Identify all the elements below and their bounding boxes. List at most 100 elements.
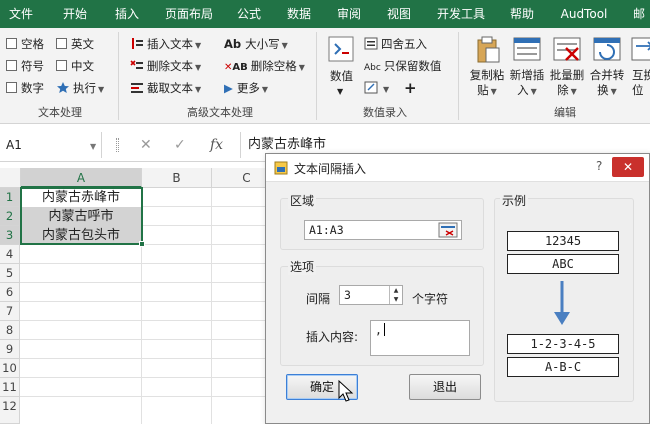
insert-content-value: , [375, 323, 382, 337]
swap-label-2: 位 [632, 83, 644, 97]
close-icon[interactable]: ✕ [612, 157, 644, 177]
confirm-icon[interactable]: ✓ [174, 132, 186, 158]
fx-icon[interactable]: fx [210, 132, 223, 158]
tab-home[interactable]: 开始 [52, 0, 98, 28]
checkbox-chinese[interactable]: 中文 [56, 58, 94, 74]
checkbox-box[interactable] [6, 38, 17, 49]
merge-convert-button[interactable]: 合并转换 ▼ [586, 68, 628, 99]
more-button[interactable]: ▶ 更多 ▼ [224, 80, 268, 98]
insert-text-button[interactable]: 插入文本 ▼ [130, 36, 201, 54]
row-header[interactable]: 4 [0, 245, 20, 264]
row-header[interactable]: 10 [0, 359, 20, 378]
exit-button[interactable]: 退出 [409, 374, 481, 400]
example-before-letters: ABC [507, 254, 619, 274]
grid-line [20, 263, 280, 264]
more-icon: ▶ [224, 81, 233, 95]
tab-view[interactable]: 视图 [380, 0, 418, 28]
swap-button[interactable]: 互换位 [632, 68, 650, 98]
swap-icon [631, 37, 650, 61]
number-format-button[interactable]: ▼ [364, 80, 389, 98]
insert-text-icon [132, 38, 143, 49]
splitter-handle[interactable] [116, 138, 119, 152]
chevron-down-icon: ▼ [570, 87, 577, 96]
checkbox-space[interactable]: 空格 [6, 36, 44, 52]
row-header[interactable]: 2 [0, 207, 20, 226]
row-header[interactable]: 11 [0, 378, 20, 397]
select-all-corner[interactable] [0, 168, 21, 188]
star-icon [57, 82, 69, 93]
grid-line [20, 396, 280, 397]
chevron-down-icon: ▼ [298, 63, 305, 72]
execute-label: 执行 [73, 81, 96, 95]
cancel-icon[interactable]: ✕ [140, 132, 152, 158]
checkbox-box[interactable] [6, 60, 17, 71]
row-header[interactable]: 5 [0, 264, 20, 283]
help-icon[interactable]: ? [596, 159, 602, 173]
plus-button[interactable]: + [404, 80, 417, 96]
text-interval-dialog: 文本间隔插入 ? ✕ 区域 A1:A3 选项 间隔 3 ▲ ▼ 个字符 插入内容:… [265, 153, 650, 424]
row-header[interactable]: 3 [0, 226, 20, 245]
column-header-a[interactable]: A [21, 168, 142, 188]
keep-value-label: 只保留数值 [383, 59, 442, 73]
case-icon: Ab [224, 37, 242, 51]
add-insert-button[interactable]: 新增插入 ▼ [506, 68, 548, 99]
batch-delete-icon [553, 37, 581, 61]
batch-delete-label-2: 除 [557, 83, 569, 97]
row-header[interactable]: 12 [0, 397, 20, 424]
tab-mail[interactable]: 邮 [628, 0, 650, 28]
range-picker-icon[interactable] [438, 222, 458, 238]
grid-line [211, 188, 212, 424]
chevron-down-icon[interactable]: ▼ [90, 142, 96, 151]
value-button[interactable]: 数值 [330, 68, 353, 84]
tab-review[interactable]: 审阅 [330, 0, 368, 28]
row-header[interactable]: 6 [0, 283, 20, 302]
grid-line [20, 358, 280, 359]
arrow-down-icon [554, 281, 570, 325]
merge-convert-label-2: 换 [597, 83, 609, 97]
case-button[interactable]: Ab 大小写 ▼ [224, 36, 288, 54]
chevron-down-icon: ▼ [383, 85, 390, 94]
ribbon-panel: 空格 英文 符号 中文 数字 执行 ▼ 文本处理 插入文本 ▼ 删除文本 ▼ 截取文本… [0, 28, 650, 124]
round-button[interactable]: 四舍五入 [364, 36, 427, 52]
copy-paste-button[interactable]: 复制粘贴 ▼ [466, 68, 508, 99]
keep-value-button[interactable]: Abc 只保留数值 [364, 58, 441, 76]
checkbox-number[interactable]: 数字 [6, 80, 44, 96]
tab-formulas[interactable]: 公式 [230, 0, 268, 28]
interval-stepper[interactable]: ▲ ▼ [389, 286, 402, 304]
delete-text-button[interactable]: 删除文本 ▼ [130, 58, 201, 76]
chevron-down-icon: ▼ [195, 63, 202, 72]
checkbox-box[interactable] [56, 60, 67, 71]
dialog-title-bar[interactable]: 文本间隔插入 ? ✕ [266, 154, 649, 182]
batch-delete-button[interactable]: 批量删除 ▼ [546, 68, 588, 99]
row-header[interactable]: 9 [0, 340, 20, 359]
chevron-down-icon: ▼ [98, 85, 105, 94]
fill-handle[interactable] [139, 241, 145, 247]
text-cursor [383, 323, 385, 336]
delete-space-button[interactable]: ✕AB 删除空格 ▼ [224, 58, 305, 76]
tab-page-layout[interactable]: 页面布局 [157, 0, 221, 28]
checkbox-label: 数字 [21, 81, 44, 95]
grid-line [20, 282, 280, 283]
name-box[interactable]: A1 [0, 132, 102, 158]
checkbox-box[interactable] [56, 38, 67, 49]
example-after-letters: A-B-C [507, 357, 619, 377]
checkbox-box[interactable] [6, 82, 17, 93]
interval-unit: 个字符 [412, 292, 449, 306]
row-header[interactable]: 8 [0, 321, 20, 340]
insert-content-input[interactable]: , [370, 320, 470, 356]
tab-help[interactable]: 帮助 [502, 0, 542, 28]
row-header[interactable]: 1 [0, 188, 20, 207]
checkbox-label: 空格 [21, 37, 44, 51]
tab-audtool[interactable]: AudTool [552, 0, 616, 28]
tab-insert[interactable]: 插入 [106, 0, 148, 28]
tab-data[interactable]: 数据 [280, 0, 318, 28]
checkbox-english[interactable]: 英文 [56, 36, 94, 52]
tab-developer[interactable]: 开发工具 [430, 0, 492, 28]
group-label-edit: 编辑 [554, 106, 576, 119]
column-header-b[interactable]: B [142, 168, 212, 188]
row-header[interactable]: 7 [0, 302, 20, 321]
checkbox-symbol[interactable]: 符号 [6, 58, 44, 74]
tab-file[interactable]: 文件 [0, 0, 42, 28]
execute-button[interactable]: 执行 ▼ [56, 80, 104, 98]
extract-text-button[interactable]: 截取文本 ▼ [130, 80, 201, 98]
